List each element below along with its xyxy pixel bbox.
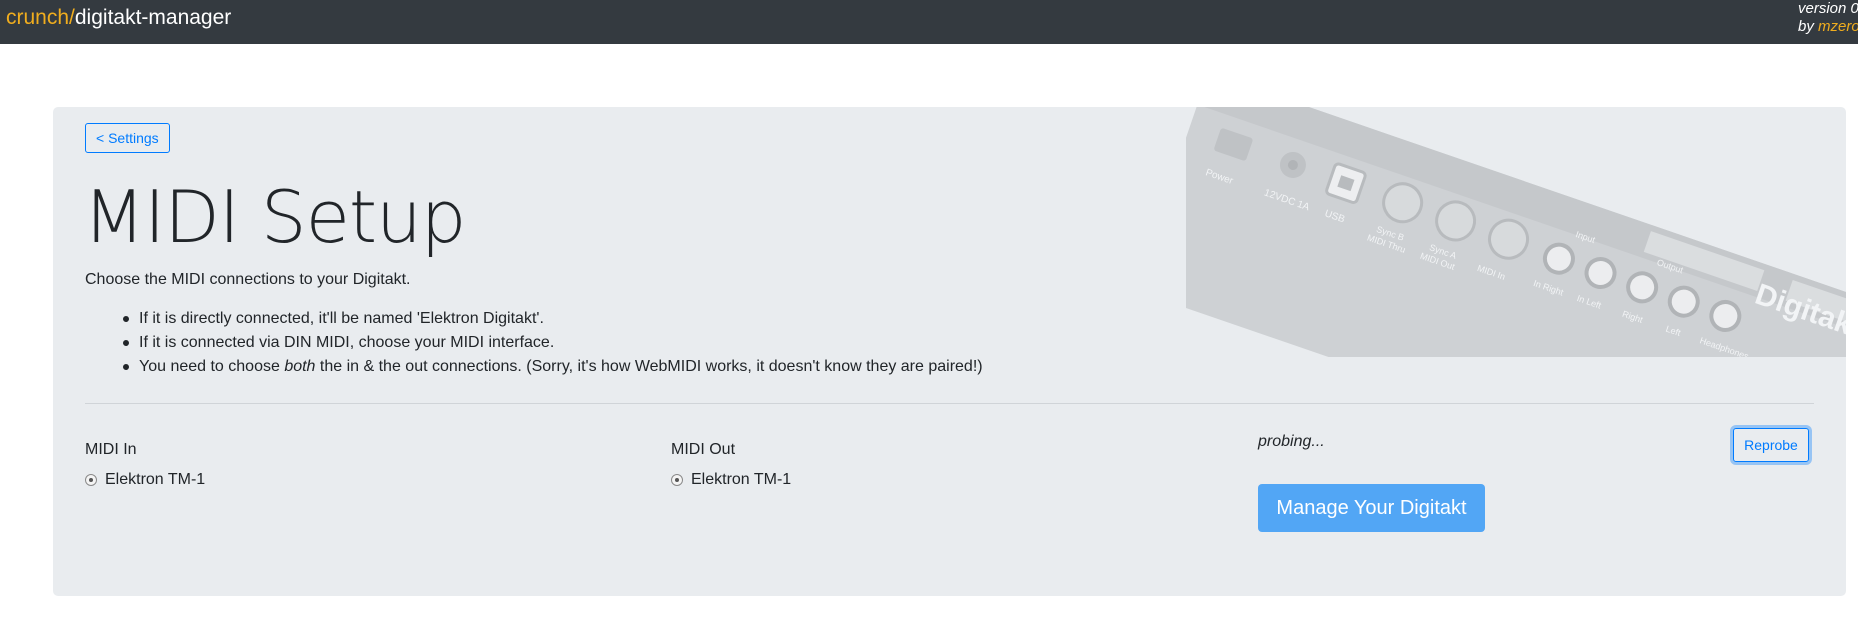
instruction-both-pre: You need to choose <box>139 358 285 375</box>
author-link[interactable]: mzero <box>1818 18 1858 35</box>
midi-out-radio[interactable] <box>671 474 683 486</box>
midi-in-label: MIDI In <box>85 441 137 458</box>
midi-out-label: MIDI Out <box>671 441 736 458</box>
page-title: MIDI Setup <box>83 175 466 259</box>
instruction-direct: If it is directly connected, it'll be na… <box>123 307 983 331</box>
midi-in-option-label[interactable]: Elektron TM-1 <box>105 469 205 491</box>
by-label: by <box>1798 18 1819 35</box>
manage-digitakt-button[interactable]: Manage Your Digitakt <box>1258 484 1485 532</box>
instruction-both-post: the in & the out connections. (Sorry, it… <box>315 358 983 375</box>
midi-in-radio[interactable] <box>85 474 97 486</box>
instruction-both: You need to choose both the in & the out… <box>123 355 983 379</box>
version-info: version 0. by mzero <box>1798 0 1858 36</box>
midi-out-option-label[interactable]: Elektron TM-1 <box>691 469 791 491</box>
brand-org: crunch <box>6 6 70 29</box>
back-to-settings-button[interactable]: < Settings <box>85 123 170 153</box>
digitakt-rear-panel-svg: Power 12VDC 1A USB Sync B MIDI Thru Sync… <box>1186 107 1846 357</box>
instruction-din: If it is connected via DIN MIDI, choose … <box>123 331 983 355</box>
version-text: version 0. <box>1798 0 1858 17</box>
app-brand[interactable]: crunch/digitakt-manager <box>6 5 231 31</box>
reprobe-button[interactable]: Reprobe <box>1733 428 1809 462</box>
midi-in-option[interactable]: Elektron TM-1 <box>85 469 205 491</box>
midi-out-option[interactable]: Elektron TM-1 <box>671 469 791 491</box>
top-navbar: crunch/digitakt-manager version 0. by mz… <box>0 0 1858 44</box>
probe-status: probing... <box>1258 433 1325 450</box>
page-lead: Choose the MIDI connections to your Digi… <box>85 271 411 288</box>
instruction-both-emphasis: both <box>284 358 316 375</box>
section-divider <box>85 403 1814 404</box>
instructions-list: If it is directly connected, it'll be na… <box>123 307 983 379</box>
midi-setup-panel: Power 12VDC 1A USB Sync B MIDI Thru Sync… <box>53 107 1846 596</box>
brand-repo: digitakt-manager <box>74 6 232 29</box>
author-line: by mzero <box>1798 18 1858 36</box>
digitakt-rear-panel-image: Power 12VDC 1A USB Sync B MIDI Thru Sync… <box>1186 107 1846 357</box>
